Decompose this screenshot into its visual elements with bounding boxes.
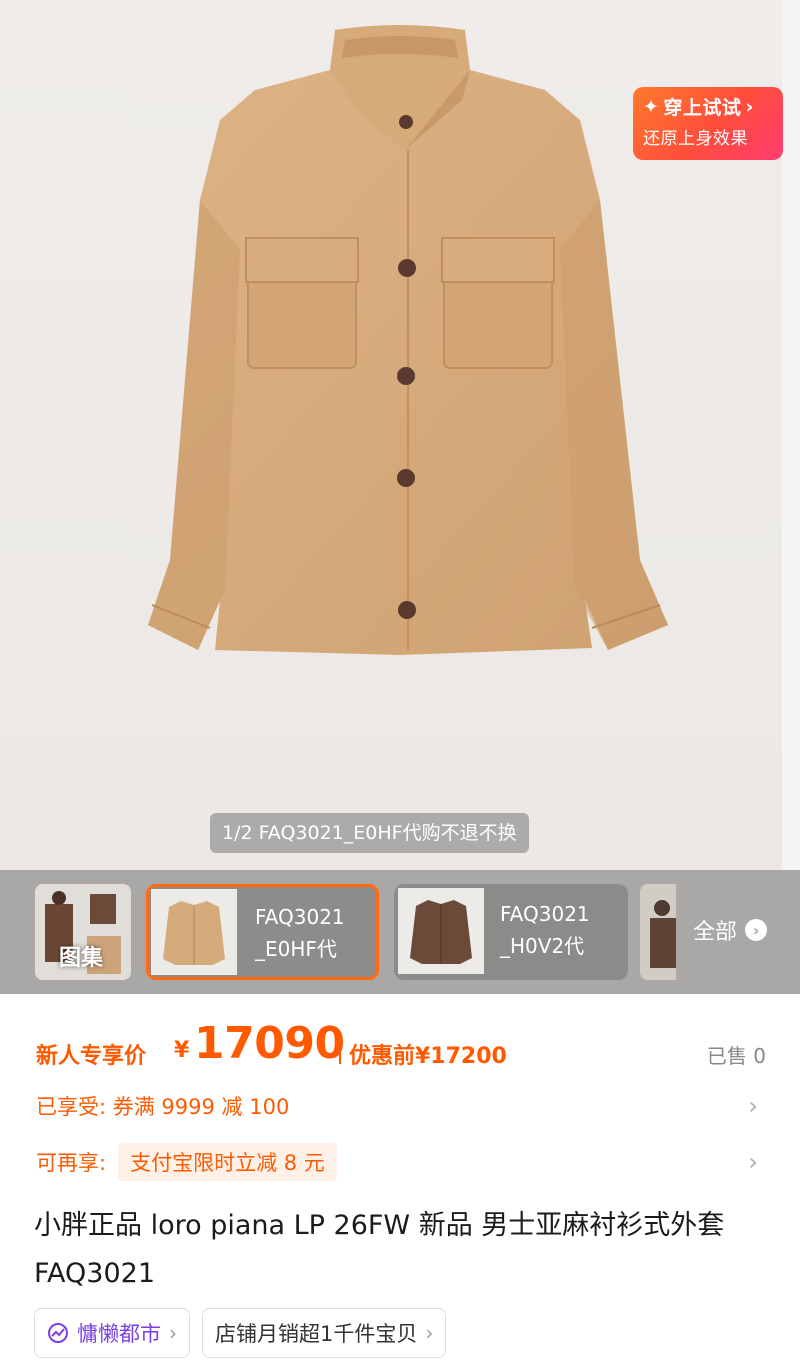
variant-label: FAQ3021 _H0V2代 — [500, 902, 590, 958]
variant-label: FAQ3021 _E0HF代 — [255, 905, 345, 961]
chevron-right-icon: › — [748, 1148, 758, 1176]
chevron-right-icon: › — [745, 919, 768, 941]
offer-enjoyed-text: 已享受: 券满 9999 减 100 — [36, 1095, 290, 1119]
offer-more-label: 可再享: — [36, 1151, 107, 1175]
original-price: 优惠前¥17200 — [349, 1044, 507, 1069]
shop-sales-chip[interactable]: 店铺月销超1千件宝贝 › — [202, 1308, 447, 1358]
chevron-right-icon: › — [169, 1321, 177, 1345]
tag-chips: 慵懒都市 › 店铺月销超1千件宝贝 › — [34, 1308, 447, 1358]
sparkle-icon: ✦ — [643, 95, 660, 118]
product-info: 新人专享价 ¥ 17090 优惠前¥17200 已售 0 已享受: 券满 999… — [0, 994, 800, 1369]
chevron-right-icon: › — [425, 1321, 434, 1345]
try-on-button[interactable]: ✦ 穿上试试 › 还原上身效果 — [633, 87, 783, 160]
chevron-right-icon: › — [748, 1092, 758, 1120]
product-title: 小胖正品 loro piana LP 26FW 新品 男士亚麻衬衫式外套 FAQ… — [34, 1210, 725, 1289]
offer-enjoyed-row[interactable]: 已享受: 券满 9999 减 100 › — [36, 1088, 762, 1124]
price-divider — [339, 1042, 341, 1064]
alipay-discount-tag: 支付宝限时立减 8 元 — [118, 1143, 337, 1181]
image-caption: 1/2 FAQ3021_E0HF代购不退不换 — [210, 813, 529, 853]
product-image[interactable]: ✦ 穿上试试 › 还原上身效果 1/2 FAQ3021_E0HF代购不退不换 — [0, 0, 800, 870]
variant-thumb — [151, 889, 237, 975]
chevron-right-icon: › — [745, 95, 754, 118]
view-all-button[interactable]: 全部 › — [693, 914, 768, 946]
price-row: 新人专享价 ¥ 17090 优惠前¥17200 已售 0 — [36, 1018, 766, 1078]
album-thumb[interactable]: 图集 — [35, 884, 131, 980]
variant-thumb — [398, 888, 484, 974]
try-on-title: ✦ 穿上试试 › — [643, 95, 754, 120]
variant-strip: 图集 FAQ3021 _E0HF代 FAQ3021 _H0V2代 全部 › — [0, 870, 800, 994]
variant-card-h0v2[interactable]: FAQ3021 _H0V2代 — [394, 884, 628, 980]
variant-card-e0hf[interactable]: FAQ3021 _E0HF代 — [146, 884, 379, 980]
sold-count: 已售 0 — [706, 1044, 766, 1068]
variant-thumb — [640, 884, 676, 980]
variant-card-partial[interactable] — [640, 884, 676, 980]
try-on-subtitle: 还原上身效果 — [643, 129, 748, 149]
price-label: 新人专享价 — [36, 1044, 147, 1069]
offer-more-row[interactable]: 可再享: 支付宝限时立减 8 元 › — [36, 1143, 762, 1181]
trend-icon — [48, 1323, 68, 1343]
price-amount: 17090 — [194, 1018, 345, 1069]
currency-symbol: ¥ — [174, 1038, 190, 1063]
style-tag-chip[interactable]: 慵懒都市 › — [34, 1308, 190, 1358]
album-label: 图集 — [59, 946, 104, 971]
